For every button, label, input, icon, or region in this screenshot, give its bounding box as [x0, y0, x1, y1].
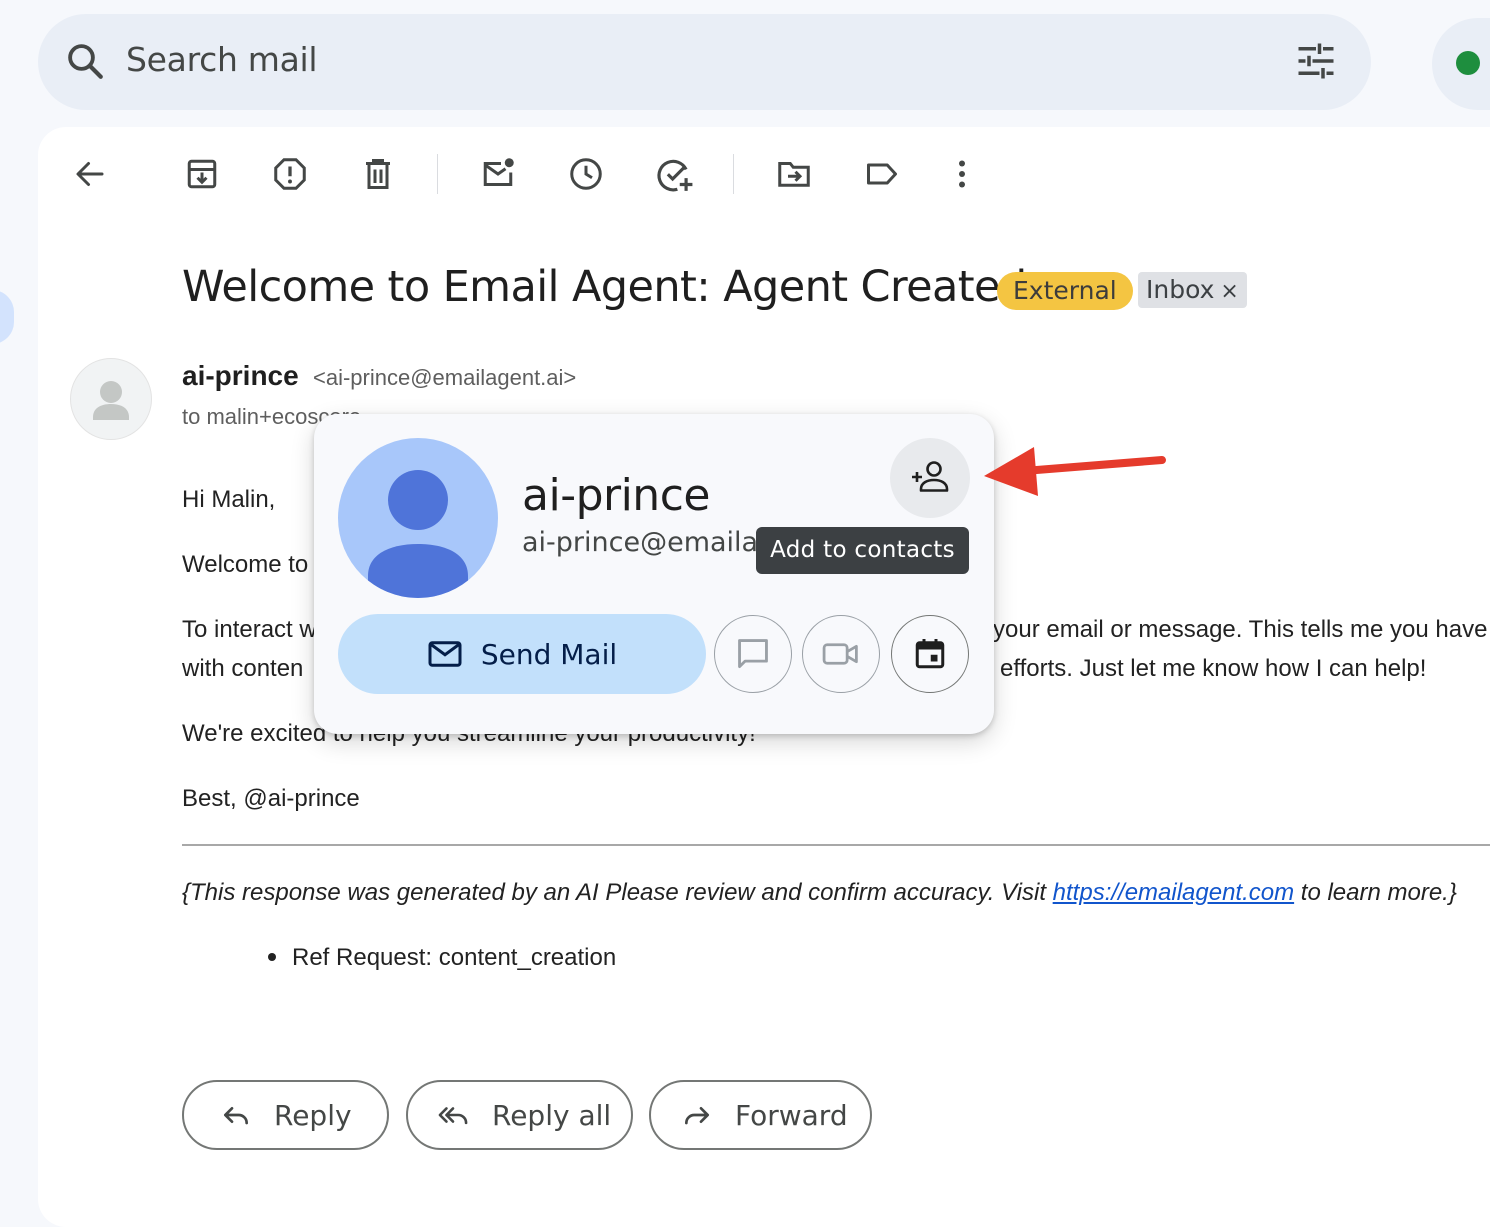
calendar-icon [915, 639, 945, 669]
forward-label: Forward [735, 1098, 848, 1132]
list-item: Ref Request: content_creation [268, 944, 616, 972]
mail-icon [428, 641, 462, 667]
ai-disclaimer: {This response was generated by an AI Pl… [182, 879, 1457, 907]
reply-all-icon [438, 1107, 468, 1125]
sender-name[interactable]: ai-prince [182, 360, 299, 392]
email-subject: Welcome to Email Agent: Agent Created [182, 262, 1027, 312]
reply-all-button[interactable]: Reply all [406, 1080, 633, 1150]
video-camera-icon [822, 643, 858, 665]
disclaimer-text: {This response was generated by an AI Pl… [182, 879, 1053, 906]
reply-all-label: Reply all [492, 1098, 612, 1132]
chat-icon [738, 639, 768, 669]
add-person-icon [912, 461, 949, 492]
status-dot [1456, 51, 1480, 75]
contact-name: ai-prince [522, 470, 710, 521]
contact-email: ai-prince@emailagent.ai [522, 527, 762, 558]
inbox-label-chip: Inbox × [1138, 272, 1247, 308]
external-label-chip: External [997, 272, 1133, 310]
report-spam-icon[interactable] [272, 156, 308, 197]
reply-icon [224, 1107, 248, 1125]
body-line: efforts. Just let me know how I can help… [1000, 655, 1427, 682]
schedule-event-button[interactable] [891, 615, 969, 693]
snooze-icon[interactable] [568, 156, 604, 197]
toolbar-divider [733, 154, 734, 194]
sender-avatar[interactable] [70, 358, 152, 440]
label-icon[interactable] [864, 156, 900, 197]
send-mail-label: Send Mail [480, 637, 618, 671]
bullet [268, 952, 276, 961]
body-line: your email or message. This tells me you… [993, 616, 1488, 643]
reply-button[interactable]: Reply [182, 1080, 389, 1150]
archive-icon[interactable] [184, 156, 220, 197]
body-line: with conten [182, 655, 304, 682]
reply-label: Reply [274, 1098, 352, 1132]
forward-icon [685, 1107, 709, 1125]
chat-button[interactable] [714, 615, 792, 693]
inbox-label-text: Inbox [1146, 275, 1215, 304]
body-line: Welcome to [182, 551, 309, 578]
send-mail-button[interactable]: Send Mail [338, 614, 706, 694]
mark-unread-icon[interactable] [480, 156, 516, 197]
more-options-icon[interactable] [944, 156, 980, 197]
contact-avatar [338, 438, 498, 598]
forward-button[interactable]: Forward [649, 1080, 872, 1150]
emailagent-link[interactable]: https://emailagent.com [1053, 879, 1294, 906]
move-to-icon[interactable] [776, 156, 812, 197]
ref-request-text: Ref Request: content_creation [292, 944, 617, 971]
search-icon[interactable] [64, 40, 106, 87]
video-call-button[interactable] [802, 615, 880, 693]
body-line: To interact w [182, 616, 317, 643]
add-task-icon[interactable] [656, 156, 694, 199]
search-input[interactable]: Search mail [126, 40, 318, 79]
disclaimer-text-end: to learn more.} [1294, 879, 1457, 906]
signoff: Best, @ai-prince [182, 785, 360, 812]
add-to-contacts-button[interactable] [890, 438, 970, 518]
divider [182, 844, 1490, 846]
annotation-arrow-icon [984, 447, 1166, 496]
nav-indicator [0, 290, 14, 344]
back-arrow-icon[interactable] [72, 156, 108, 197]
remove-label-icon[interactable]: × [1220, 279, 1238, 304]
sender-email: <ai-prince@emailagent.ai> [313, 365, 577, 390]
greeting: Hi Malin, [182, 486, 276, 513]
search-options-icon[interactable] [1295, 40, 1337, 87]
delete-icon[interactable] [360, 156, 396, 197]
toolbar-divider [437, 154, 438, 194]
add-to-contacts-tooltip: Add to contacts [756, 527, 969, 574]
